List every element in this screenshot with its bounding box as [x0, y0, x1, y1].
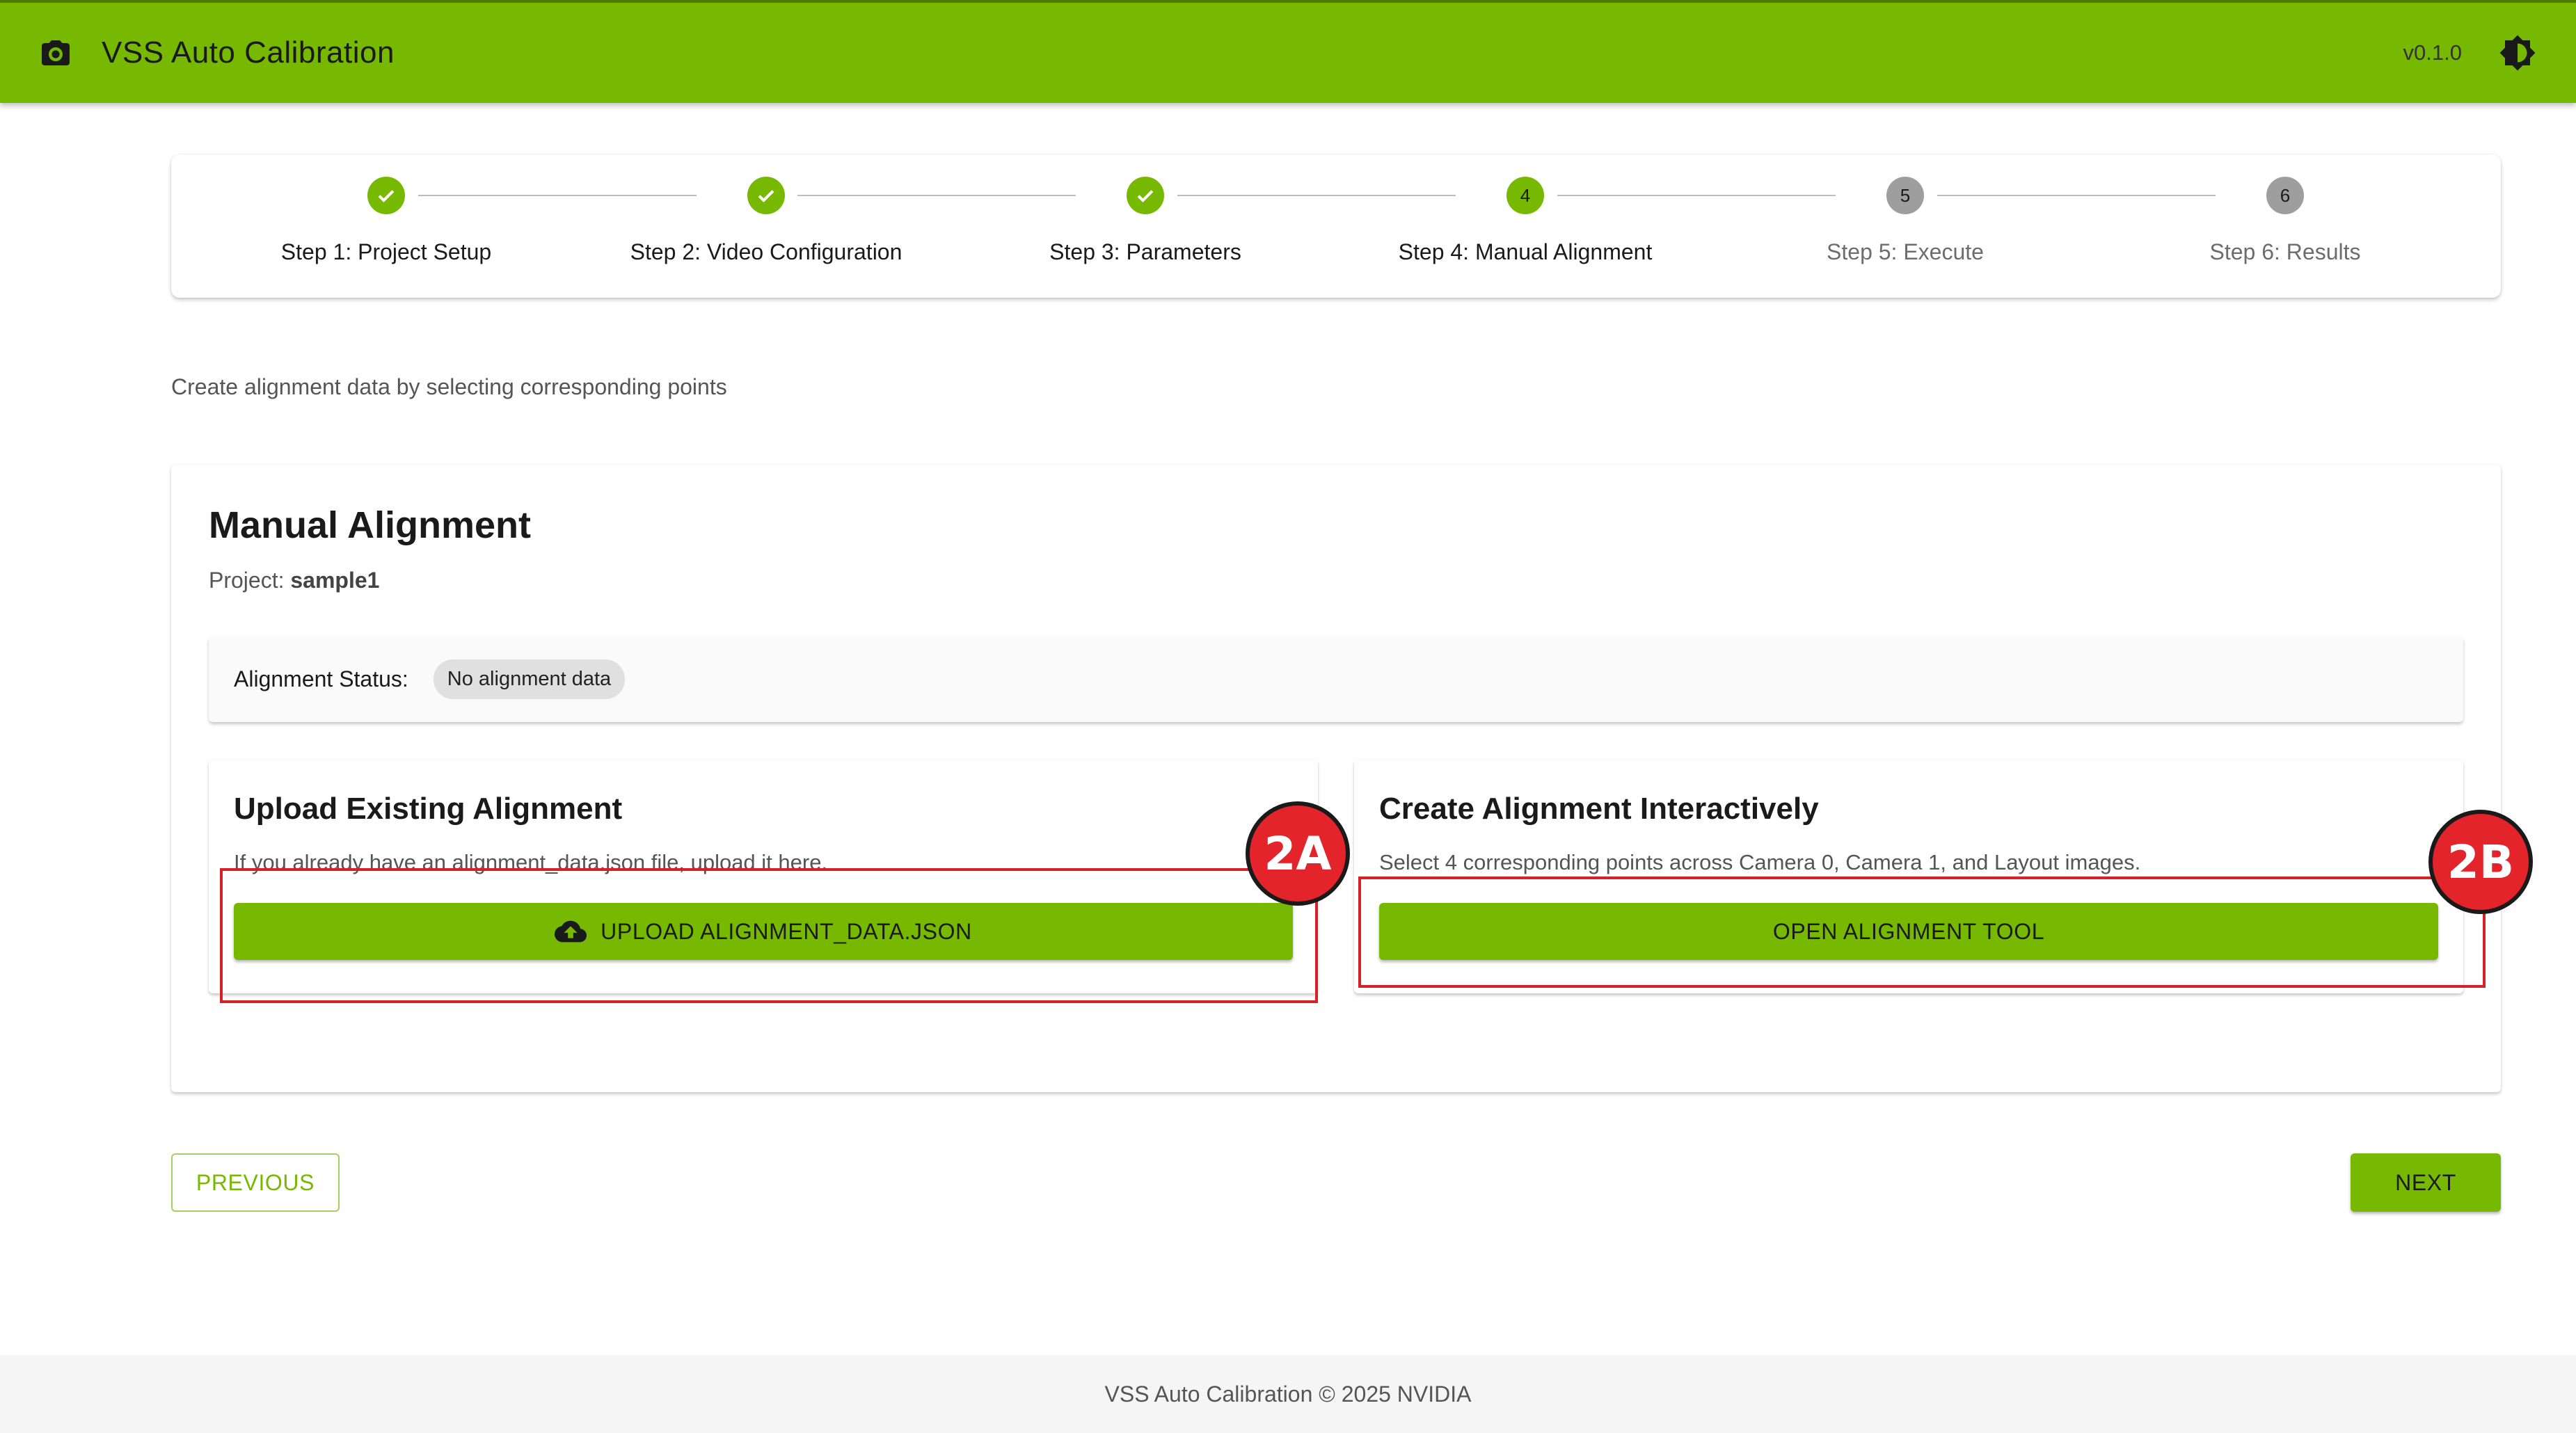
- step-results: 6 Step 6: Results: [2097, 177, 2473, 265]
- upload-card-title: Upload Existing Alignment: [234, 792, 623, 826]
- annotation-box-2a: [220, 868, 1318, 1003]
- version-label: v0.1.0: [2403, 40, 2462, 65]
- interactive-card-title: Create Alignment Interactively: [1379, 792, 1819, 826]
- footer: VSS Auto Calibration © 2025 NVIDIA: [0, 1355, 2576, 1433]
- step-number: 4: [1506, 177, 1544, 214]
- step-label: Step 6: Results: [2209, 239, 2361, 264]
- interactive-card-description: Select 4 corresponding points across Cam…: [1379, 850, 2141, 874]
- page-description: Create alignment data by selecting corre…: [171, 374, 727, 399]
- step-label: Step 3: Parameters: [1049, 239, 1241, 264]
- step-label: Step 4: Manual Alignment: [1398, 239, 1653, 264]
- annotation-badge-2a: 2A: [1246, 801, 1350, 906]
- alignment-status-panel: Alignment Status: No alignment data: [209, 636, 2463, 722]
- annotation-badge-2b: 2B: [2428, 810, 2533, 914]
- step-label: Step 1: Project Setup: [280, 239, 492, 264]
- brightness-icon[interactable]: [2498, 33, 2537, 72]
- step-label: Step 5: Execute: [1827, 239, 1984, 264]
- project-info: Project: sample1: [209, 568, 379, 593]
- step-number: 6: [2266, 177, 2304, 214]
- step-execute: 5 Step 5: Execute: [1717, 177, 2093, 265]
- check-icon: [747, 177, 785, 214]
- app-title: VSS Auto Calibration: [102, 35, 395, 70]
- step-video-configuration: Step 2: Video Configuration: [578, 177, 954, 265]
- app-bar: VSS Auto Calibration v0.1.0: [0, 0, 2576, 103]
- project-label: Project:: [209, 568, 285, 593]
- check-icon: [1127, 177, 1164, 214]
- step-label: Step 2: Video Configuration: [630, 239, 903, 264]
- next-button[interactable]: NEXT: [2351, 1153, 2501, 1212]
- status-label: Alignment Status:: [234, 666, 408, 691]
- camera-icon: [39, 36, 72, 70]
- project-name: sample1: [290, 568, 380, 593]
- status-badge: No alignment data: [433, 659, 626, 699]
- step-project-setup: Step 1: Project Setup: [198, 177, 574, 265]
- check-icon: [367, 177, 405, 214]
- annotation-box-2b: [1358, 876, 2486, 988]
- step-parameters: Step 3: Parameters: [957, 177, 1333, 265]
- stepper: Step 1: Project Setup Step 2: Video Conf…: [171, 154, 2501, 298]
- previous-button[interactable]: PREVIOUS: [171, 1153, 340, 1212]
- step-number: 5: [1886, 177, 1924, 214]
- step-manual-alignment: 4 Step 4: Manual Alignment: [1337, 177, 1713, 265]
- page-title: Manual Alignment: [209, 504, 532, 546]
